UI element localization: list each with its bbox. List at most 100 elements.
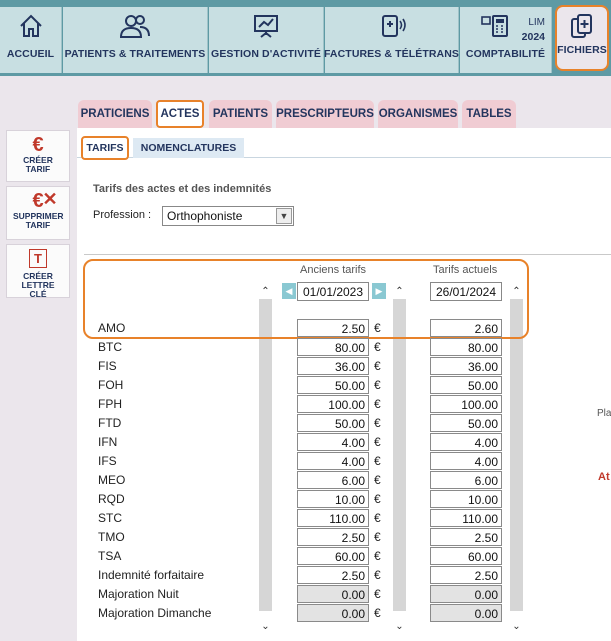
supprimer-tarif-button[interactable]: € ✕ SUPPRIMER TARIF — [6, 186, 70, 240]
current-rate-input[interactable]: 2.60 — [430, 319, 502, 337]
currency-symbol: € — [374, 511, 381, 525]
rate-label: IFS — [98, 454, 117, 468]
rate-label: Indemnité forfaitaire — [98, 568, 205, 582]
scrollbar-3[interactable] — [510, 299, 523, 611]
current-rate-input[interactable]: 60.00 — [430, 547, 502, 565]
tab-praticiens[interactable]: PRATICIENS — [78, 100, 152, 128]
creer-lettre-cle-button[interactable]: T CRÉER LETTRE CLÉ — [6, 244, 70, 299]
old-rate-input[interactable]: 6.00 — [297, 471, 369, 489]
section-title: Tarifs des actes et des indemnités — [93, 183, 272, 195]
old-rate-input[interactable]: 80.00 — [297, 338, 369, 356]
currency-symbol: € — [374, 321, 381, 335]
rate-label: TSA — [98, 549, 122, 563]
supprimer-tarif-label: SUPPRIMER TARIF — [13, 211, 64, 230]
tab-patients[interactable]: PATIENTS — [209, 100, 272, 128]
old-rate-input[interactable]: 36.00 — [297, 357, 369, 375]
rate-label: TMO — [98, 530, 125, 544]
current-rate-input[interactable]: 2.50 — [430, 566, 502, 584]
creer-tarif-button[interactable]: € CRÉER TARIF — [6, 130, 70, 182]
nav-gestion-button[interactable]: GESTION D'ACTIVITÉ — [209, 7, 324, 73]
old-rate-input[interactable]: 50.00 — [297, 376, 369, 394]
top-nav: ACCUEIL PATIENTS & TRAITEMENTS GESTION D… — [0, 0, 611, 76]
old-rate-input[interactable]: 2.50 — [297, 319, 369, 337]
current-rate-input[interactable]: 4.00 — [430, 433, 502, 451]
old-rate-input[interactable]: 110.00 — [297, 509, 369, 527]
currency-symbol: € — [374, 473, 381, 487]
nav-fichiers-button[interactable]: FICHIERS — [555, 5, 609, 71]
currency-symbol: € — [374, 454, 381, 468]
current-rate-input: 0.00 — [430, 604, 502, 622]
users-icon — [118, 13, 152, 39]
old-rate-input[interactable]: 2.50 — [297, 528, 369, 546]
old-rate-input[interactable]: 4.00 — [297, 452, 369, 470]
scroll-down-icon[interactable]: ⌄ — [510, 620, 523, 633]
currency-symbol: € — [374, 606, 381, 620]
rate-label: IFN — [98, 435, 118, 449]
nav-fichiers-label: FICHIERS — [557, 44, 607, 56]
nav-patients-button[interactable]: PATIENTS & TRAITEMENTS — [63, 7, 208, 73]
currency-symbol: € — [374, 340, 381, 354]
current-rate-input[interactable]: 110.00 — [430, 509, 502, 527]
old-rate-input[interactable]: 100.00 — [297, 395, 369, 413]
nav-accueil-button[interactable]: ACCUEIL — [0, 7, 62, 73]
current-rate-input[interactable]: 6.00 — [430, 471, 502, 489]
current-rate-input: 0.00 — [430, 585, 502, 603]
tab-prescripteurs[interactable]: PRESCRIPTEURS — [276, 100, 374, 128]
profession-value: Orthophoniste — [167, 209, 243, 223]
rate-label: MEO — [98, 473, 126, 487]
tab-tables[interactable]: TABLES — [462, 100, 516, 128]
currency-symbol: € — [374, 416, 381, 430]
lim-year-indicator: LIM 2024 — [522, 15, 545, 45]
currency-symbol: € — [374, 378, 381, 392]
profession-label: Profession : — [93, 209, 152, 221]
subtab-nomenclatures[interactable]: NOMENCLATURES — [133, 138, 244, 158]
nav-comptabilite-label: COMPTABILITÉ — [465, 48, 546, 60]
scrollbar-2[interactable] — [393, 299, 406, 611]
old-rate-input[interactable]: 60.00 — [297, 547, 369, 565]
current-rate-input[interactable]: 36.00 — [430, 357, 502, 375]
current-rate-input[interactable]: 10.00 — [430, 490, 502, 508]
profession-select[interactable]: Orthophoniste ▼ — [162, 206, 294, 226]
currency-symbol: € — [374, 587, 381, 601]
current-rate-input[interactable]: 2.50 — [430, 528, 502, 546]
rate-label: Majoration Dimanche — [98, 606, 212, 620]
currency-symbol: € — [374, 492, 381, 506]
current-rate-input[interactable]: 50.00 — [430, 414, 502, 432]
old-rate-input[interactable]: 2.50 — [297, 566, 369, 584]
old-rate-input[interactable]: 50.00 — [297, 414, 369, 432]
rate-label: AMO — [98, 321, 126, 335]
nav-factures-button[interactable]: FACTURES & TÉLÉTRANS — [324, 7, 460, 73]
current-rate-input[interactable]: 4.00 — [430, 452, 502, 470]
scroll-down-icon[interactable]: ⌄ — [393, 620, 406, 633]
euro-icon: € — [32, 134, 44, 156]
files-add-icon — [569, 13, 595, 41]
tab-organismes[interactable]: ORGANISMES — [378, 100, 458, 128]
currency-symbol: € — [374, 435, 381, 449]
year-label: 2024 — [521, 31, 545, 43]
currency-symbol: € — [374, 530, 381, 544]
presentation-chart-icon — [252, 13, 280, 39]
rate-label: BTC — [98, 340, 122, 354]
nav-comptabilite-button[interactable]: LIM 2024 COMPTABILITÉ — [460, 7, 552, 73]
old-rate-input[interactable]: 4.00 — [297, 433, 369, 451]
subtab-tarifs[interactable]: TARIFS — [81, 136, 129, 160]
nav-factures-label: FACTURES & TÉLÉTRANS — [324, 48, 460, 60]
current-rate-input[interactable]: 80.00 — [430, 338, 502, 356]
tab-actes[interactable]: ACTES — [156, 100, 204, 128]
nav-gestion-label: GESTION D'ACTIVITÉ — [211, 48, 321, 60]
old-rate-input[interactable]: 10.00 — [297, 490, 369, 508]
currency-symbol: € — [374, 397, 381, 411]
rate-label: STC — [98, 511, 122, 525]
current-rate-input[interactable]: 50.00 — [430, 376, 502, 394]
scroll-down-icon[interactable]: ⌄ — [259, 620, 272, 633]
nav-accueil-label: ACCUEIL — [6, 48, 55, 60]
lim-label: LIM — [528, 17, 545, 28]
scrollbar-1[interactable] — [259, 299, 272, 611]
edge-text-pla: Pla — [597, 408, 611, 419]
nav-patients-label: PATIENTS & TRAITEMENTS — [64, 48, 206, 60]
rate-label: FOH — [98, 378, 124, 392]
rate-label: FPH — [98, 397, 122, 411]
old-rate-input: 0.00 — [297, 585, 369, 603]
creer-tarif-label: CRÉER TARIF — [23, 155, 53, 174]
current-rate-input[interactable]: 100.00 — [430, 395, 502, 413]
